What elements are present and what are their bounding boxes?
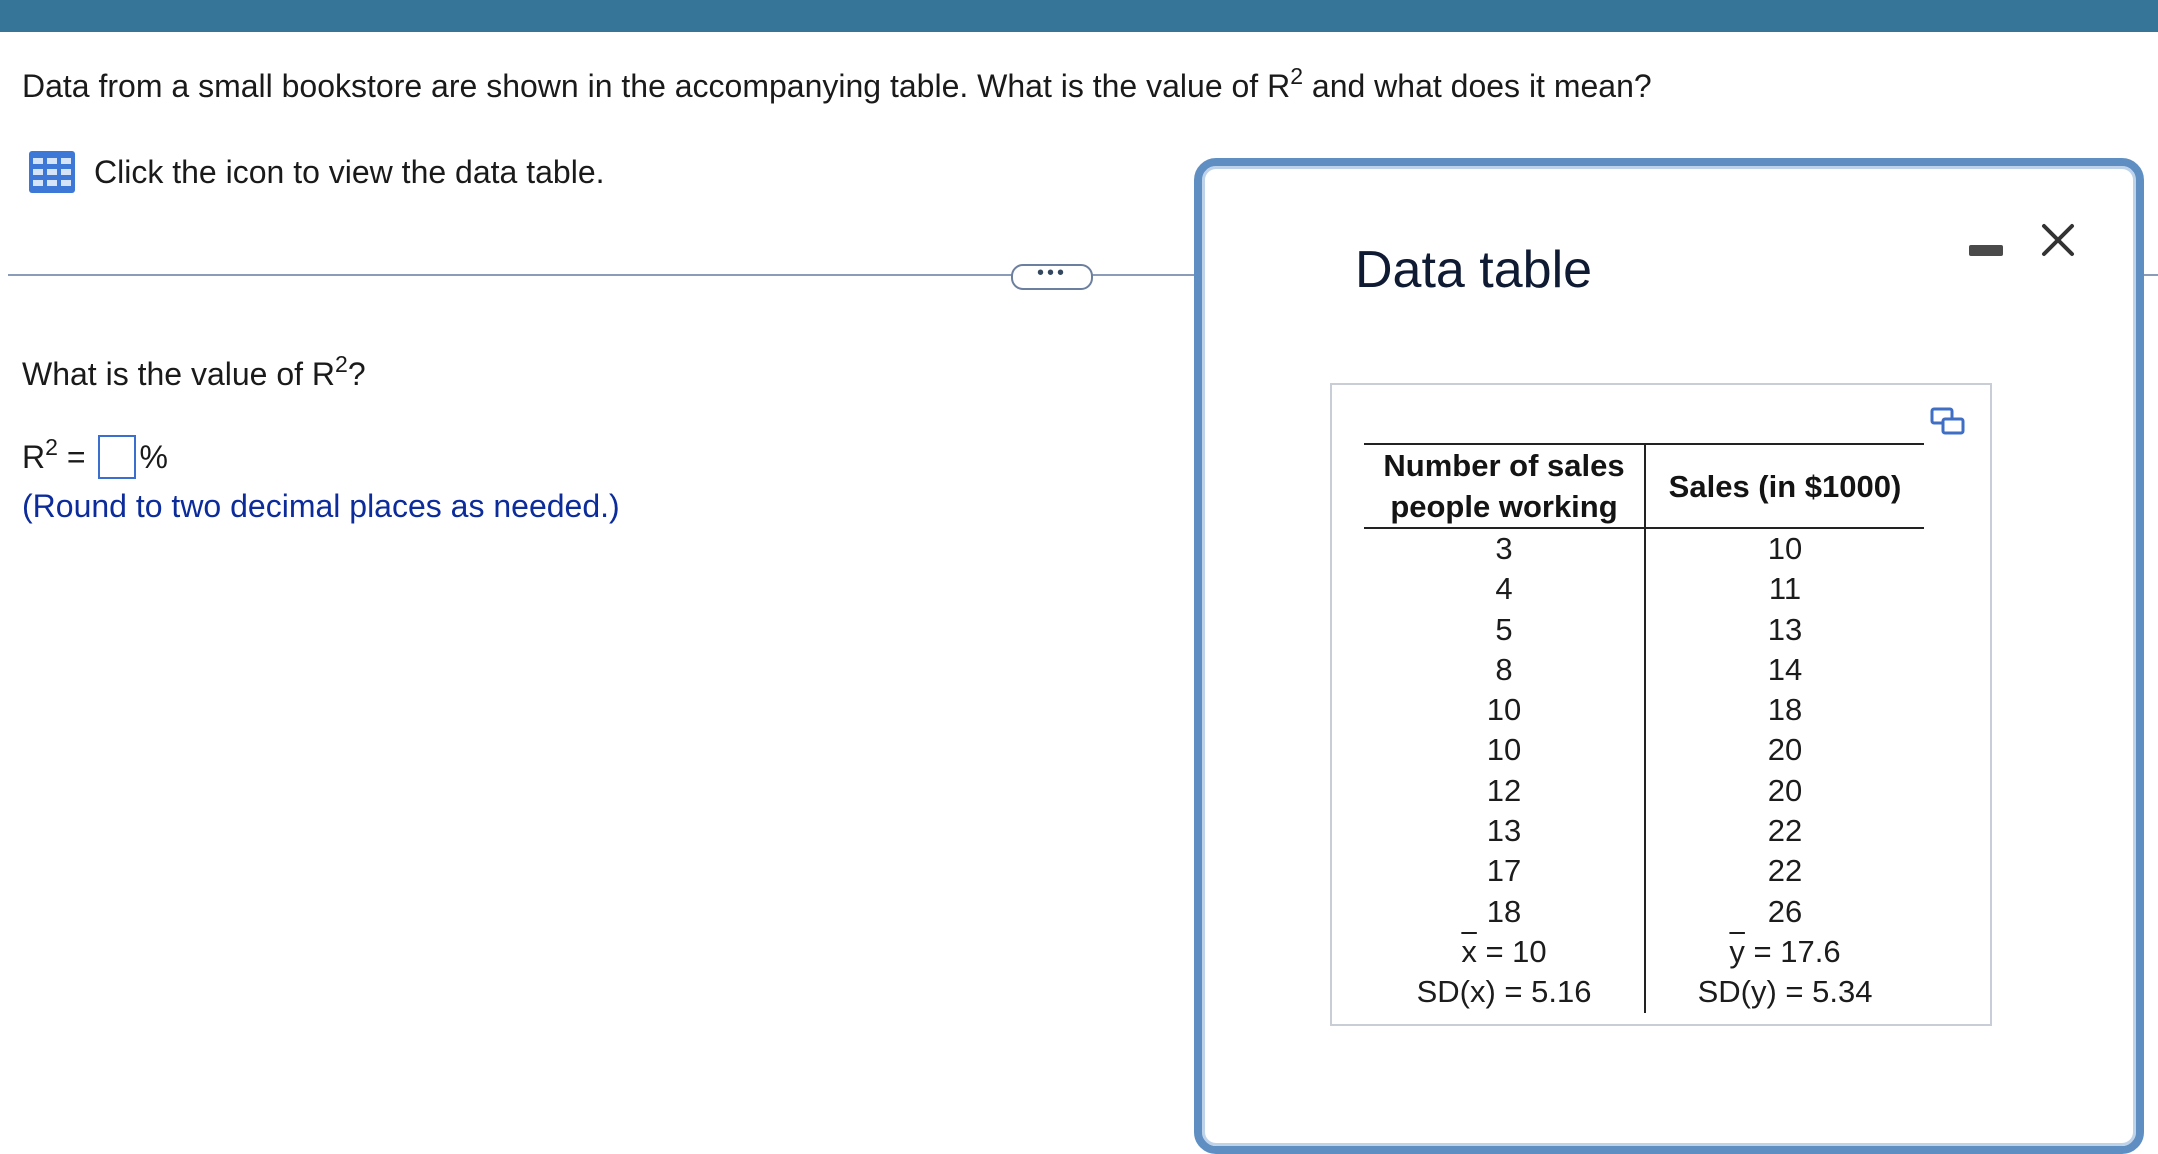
table-cell: 20 — [1767, 772, 1803, 808]
sd-y-cell: SD(y) = 5.34 — [1697, 974, 1873, 1010]
top-bar — [0, 0, 2158, 32]
table-row: 3 10 — [1364, 528, 1924, 570]
y-bar-symbol: y — [1729, 933, 1745, 969]
table-cell: 22 — [1767, 813, 1803, 849]
mean-row: x = 10 y = 17.6 — [1364, 931, 1924, 973]
table-cell: 10 — [1364, 730, 1646, 771]
sd-x-cell: SD(x) = 5.16 — [1364, 972, 1646, 1013]
column-header-sales: Sales (in $1000) — [1645, 443, 1924, 529]
ellipsis-icon: ••• — [1036, 262, 1067, 284]
table-row: 10 18 — [1364, 690, 1924, 731]
rounding-hint: (Round to two decimal places as needed.) — [22, 488, 620, 524]
sub-question-text: What is the value of R2? — [22, 351, 366, 392]
data-table-panel: Number of sales people working Sales (in … — [1330, 383, 1992, 1026]
table-cell: 5 — [1364, 609, 1646, 650]
table-cell: 17 — [1364, 851, 1646, 892]
x-bar-symbol: x — [1461, 933, 1477, 969]
table-cell: 18 — [1767, 692, 1803, 728]
data-table: Number of sales people working Sales (in … — [1364, 443, 1924, 1013]
table-row: 8 14 — [1364, 649, 1924, 691]
table-row: 13 22 — [1364, 811, 1924, 852]
table-grid-icon[interactable] — [28, 150, 76, 194]
table-cell: 12 — [1364, 770, 1646, 812]
table-row: 17 22 — [1364, 851, 1924, 892]
table-cell: 18 — [1364, 891, 1646, 932]
table-row: 5 13 — [1364, 609, 1924, 650]
table-cell: 10 — [1767, 531, 1803, 566]
view-data-table-link[interactable]: Click the icon to view the data table. — [28, 150, 605, 194]
expand-toggle-button[interactable]: ••• — [1011, 262, 1093, 290]
table-cell: 26 — [1767, 893, 1803, 929]
table-row: 12 20 — [1364, 770, 1924, 812]
copy-icon[interactable] — [1930, 407, 1966, 437]
table-cell: 8 — [1364, 649, 1646, 691]
table-header-row: Number of sales people working Sales (in … — [1364, 443, 1924, 529]
table-cell: 11 — [1768, 571, 1802, 607]
table-row: 10 20 — [1364, 730, 1924, 771]
mean-y-cell: y = 17.6 — [1729, 933, 1841, 969]
table-cell: 13 — [1767, 611, 1803, 647]
table-cell: 14 — [1767, 651, 1803, 687]
minimize-icon[interactable] — [1965, 234, 2009, 268]
answer-prefix: R2 = — [22, 433, 86, 475]
dialog-title: Data table — [1355, 241, 1593, 299]
table-cell: 20 — [1767, 732, 1803, 768]
view-data-table-label[interactable]: Click the icon to view the data table. — [94, 150, 605, 194]
table-cell: 13 — [1364, 811, 1646, 852]
table-row: 4 11 — [1364, 569, 1924, 610]
sd-row: SD(x) = 5.16 SD(y) = 5.34 — [1364, 972, 1924, 1013]
question-text: Data from a small bookstore are shown in… — [22, 63, 1652, 104]
answer-row: R2 = % — [22, 430, 168, 484]
table-cell: 22 — [1767, 853, 1803, 889]
table-cell: 4 — [1364, 569, 1646, 610]
mean-x-cell: x = 10 — [1364, 931, 1646, 973]
table-cell: 10 — [1364, 690, 1646, 731]
data-table-dialog: Data table Number of sales people working… — [1194, 158, 2144, 1154]
close-icon[interactable] — [2034, 216, 2082, 264]
column-header-salespeople: Number of sales people working — [1364, 443, 1646, 529]
r-squared-input[interactable] — [97, 435, 136, 479]
percent-suffix: % — [139, 438, 168, 475]
table-row: 18 26 — [1364, 891, 1924, 932]
table-cell: 3 — [1364, 528, 1646, 570]
